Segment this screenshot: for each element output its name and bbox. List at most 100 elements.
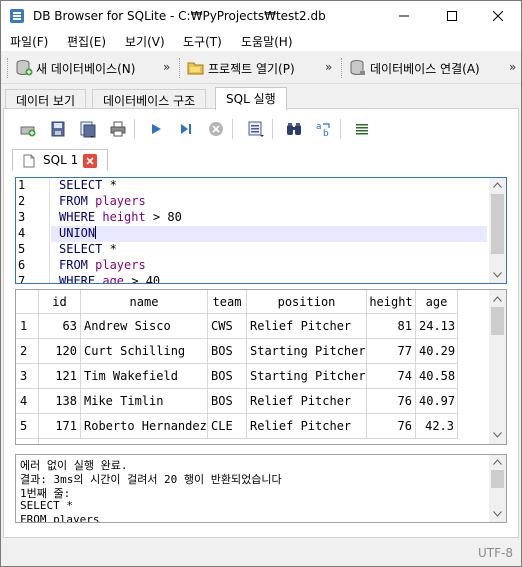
close-tab-icon[interactable] — [83, 154, 97, 168]
line-number: 6 — [18, 258, 26, 272]
editor-scroll-thumb[interactable] — [491, 194, 504, 254]
row-header[interactable] — [16, 439, 39, 444]
cell-age[interactable]: 42.3 — [416, 414, 458, 439]
cell-team[interactable]: BOS — [208, 364, 247, 389]
open-tab-button[interactable] — [18, 119, 38, 139]
cell-height[interactable]: 77 — [367, 339, 416, 364]
comment-button[interactable] — [352, 119, 372, 139]
minimize-button[interactable] — [381, 1, 427, 31]
column-header-name[interactable]: name — [81, 290, 208, 314]
row-header[interactable]: 3 — [16, 364, 39, 389]
cell-position[interactable]: Starting Pitcher — [247, 339, 367, 364]
column-header-team[interactable]: team — [208, 290, 247, 314]
execute-current-line-button[interactable] — [176, 119, 196, 139]
cell-height[interactable]: 76 — [367, 389, 416, 414]
menu-file[interactable]: 파일(F) — [10, 33, 48, 50]
new-database-button[interactable]: 새 데이터베이스(N) — [15, 57, 135, 79]
cell-team[interactable]: BOS — [208, 339, 247, 364]
row-header[interactable]: 4 — [16, 389, 39, 414]
cell-height[interactable]: 76 — [367, 414, 416, 439]
save-results-icon — [248, 121, 264, 137]
menu-tools[interactable]: 도구(T) — [183, 33, 222, 50]
cell-id[interactable]: 120 — [39, 339, 81, 364]
print-button[interactable] — [108, 119, 128, 139]
tab-execute-sql[interactable]: SQL 실행 — [215, 87, 287, 110]
menu-view[interactable]: 보기(V) — [125, 33, 165, 50]
cell-age[interactable]: 40.58 — [416, 364, 458, 389]
line-number: 4 — [18, 226, 26, 240]
row-header[interactable]: 5 — [16, 414, 39, 439]
cell-name[interactable]: Tim Wakefield — [81, 364, 208, 389]
scroll-down-icon[interactable] — [493, 511, 502, 517]
maximize-button[interactable] — [429, 1, 475, 31]
attach-database-button[interactable]: 데이터베이스 연결(A) — [349, 57, 480, 79]
cell-id[interactable]: 121 — [39, 364, 81, 389]
line-number: 1 — [18, 178, 26, 192]
cell-name[interactable]: Roberto Hernandez — [81, 414, 208, 439]
column-header-id[interactable]: id — [39, 290, 81, 314]
row-header[interactable]: 2 — [16, 339, 39, 364]
toolbar-overflow-3[interactable]: » — [509, 60, 516, 74]
cell-position[interactable]: Relief Pitcher — [247, 389, 367, 414]
cell-position[interactable]: Starting Pitcher — [247, 364, 367, 389]
tab-database-structure[interactable]: 데이터베이스 구조 — [92, 89, 207, 109]
execute-all-button[interactable] — [146, 119, 166, 139]
sql-editor-tab[interactable]: SQL 1 — [12, 149, 108, 171]
cell-team[interactable]: CWS — [208, 314, 247, 339]
results-grid[interactable]: id name team position height age 1 63 Andr… — [15, 289, 507, 445]
stop-execution-button[interactable] — [206, 119, 226, 139]
scroll-up-icon[interactable] — [493, 182, 502, 188]
cell-height[interactable]: 81 — [367, 314, 416, 339]
menu-edit[interactable]: 편집(E) — [67, 33, 106, 50]
scroll-down-icon[interactable] — [493, 272, 502, 278]
cell-age[interactable]: 40.97 — [416, 389, 458, 414]
corner-header[interactable] — [16, 290, 39, 314]
save-results-button[interactable] — [246, 119, 266, 139]
close-button[interactable] — [475, 1, 521, 31]
cell-name[interactable]: Curt Schilling — [81, 339, 208, 364]
cell-age[interactable]: 40.29 — [416, 339, 458, 364]
sql-editor[interactable]: 1 2 3 4 5 6 7 SELECT * FROM players WHER… — [15, 177, 507, 284]
execution-message-pane[interactable]: 에러 없이 실행 완료. 결과: 3ms의 시간이 걸려서 20 행이 반환되었… — [15, 454, 507, 523]
cell-position[interactable]: Relief Pitcher — [247, 414, 367, 439]
toolbar-overflow-2[interactable]: » — [325, 60, 332, 74]
binoculars-icon — [287, 123, 301, 135]
open-project-button[interactable]: 프로젝트 열기(P) — [187, 57, 295, 79]
scroll-up-icon[interactable] — [493, 459, 502, 465]
open-sql-file-button[interactable] — [48, 119, 68, 139]
cell-id[interactable]: 138 — [39, 389, 81, 414]
tab-browse-data[interactable]: 데이터 보기 — [5, 89, 87, 109]
toolbar-overflow-1[interactable]: » — [163, 60, 170, 74]
scroll-down-icon[interactable] — [493, 432, 502, 438]
title-bar: DB Browser for SQLite - C:₩PyProjects₩te… — [1, 1, 521, 31]
row-header[interactable]: 1 — [16, 314, 39, 339]
find-replace-button[interactable]: ab — [314, 119, 334, 139]
open-tab-icon — [20, 126, 36, 137]
find-text-button[interactable] — [284, 119, 304, 139]
message-scroll-thumb[interactable] — [491, 470, 504, 488]
cell-name[interactable]: Mike Timlin — [81, 389, 208, 414]
cell-team[interactable]: BOS — [208, 389, 247, 414]
toolbar-grip-2[interactable] — [179, 58, 182, 78]
code-text: * — [102, 178, 117, 192]
sql-tab-label: SQL 1 — [43, 153, 79, 167]
editor-scrollbar[interactable] — [489, 178, 506, 283]
column-header-position[interactable]: position — [247, 290, 367, 314]
toolbar-grip[interactable] — [7, 58, 10, 78]
results-scroll-thumb[interactable] — [491, 307, 504, 335]
cell-name[interactable]: Andrew Sisco — [81, 314, 208, 339]
cell-height[interactable]: 74 — [367, 364, 416, 389]
cell-id[interactable]: 171 — [39, 414, 81, 439]
cell-position[interactable]: Relief Pitcher — [247, 314, 367, 339]
save-sql-file-button[interactable] — [78, 119, 98, 139]
cell-team[interactable]: CLE — [208, 414, 247, 439]
cell-age[interactable]: 24.13 — [416, 314, 458, 339]
column-header-age[interactable]: age — [416, 290, 458, 314]
menu-help[interactable]: 도움말(H) — [241, 33, 293, 50]
toolbar-grip-3[interactable] — [341, 58, 344, 78]
scroll-up-icon[interactable] — [493, 296, 502, 302]
cell-id[interactable]: 63 — [39, 314, 81, 339]
results-scrollbar[interactable] — [489, 290, 506, 444]
message-scrollbar[interactable] — [489, 455, 506, 522]
column-header-height[interactable]: height — [367, 290, 416, 314]
